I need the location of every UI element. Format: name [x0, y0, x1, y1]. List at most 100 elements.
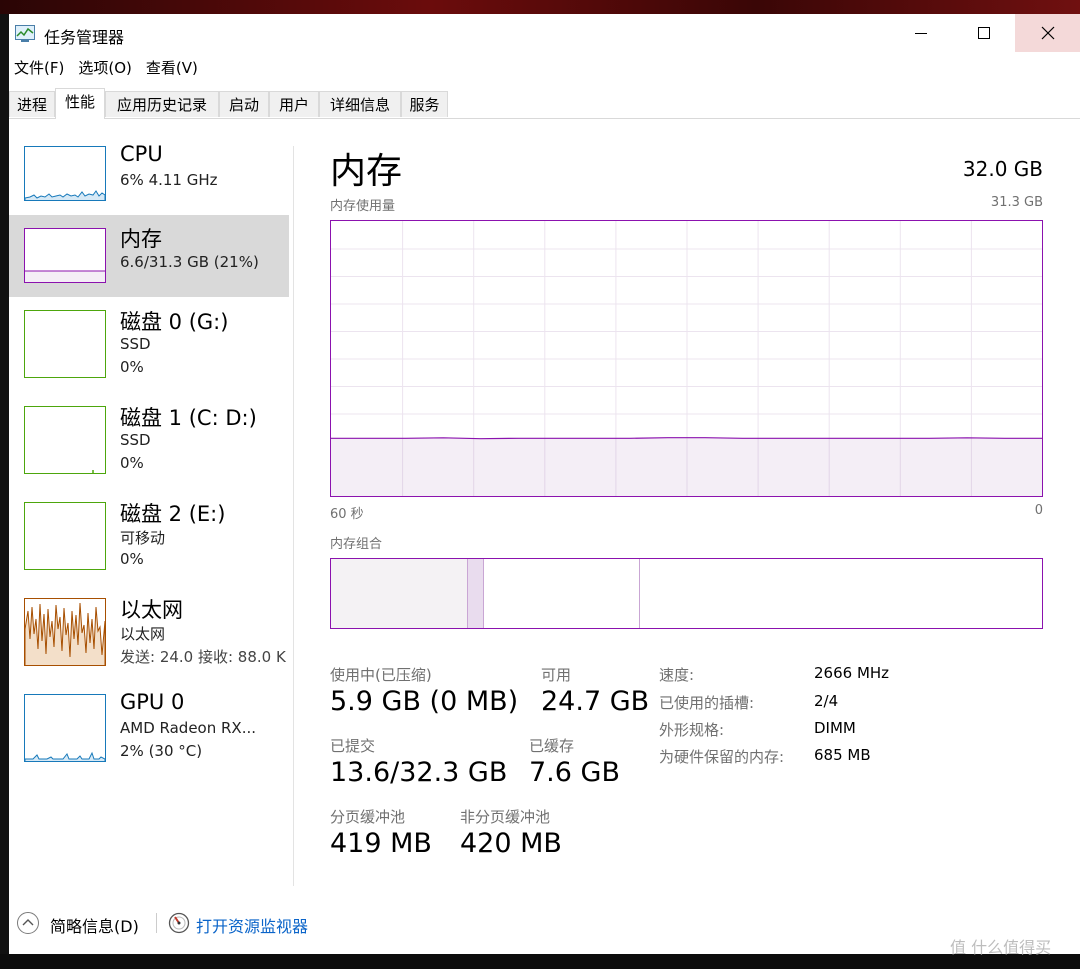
stat-nonpaged-value: 420 MB	[460, 828, 562, 859]
memory-sparkline	[25, 270, 105, 282]
sidebar-sub-disk-1-usage: 0%	[120, 454, 144, 472]
sidebar-sub-disk-0-usage: 0%	[120, 358, 144, 376]
disk1-thumbnail-graph	[24, 406, 106, 474]
stat-paged-label: 分页缓冲池	[330, 808, 406, 826]
stat-committed-value: 13.6/32.3 GB	[330, 757, 508, 788]
tab-processes[interactable]: 进程	[9, 91, 55, 117]
stat-cached-value: 7.6 GB	[529, 757, 620, 788]
sidebar-sub-gpu-model: AMD Radeon RX...	[120, 719, 257, 737]
collapse-details-button[interactable]	[17, 912, 39, 934]
detail-form-factor-key: 外形规格:	[659, 721, 725, 739]
tab-app-history[interactable]: 应用历史记录	[105, 91, 219, 117]
sidebar-title-disk-2: 磁盘 2 (E:)	[120, 502, 226, 526]
memory-total: 32.0 GB	[962, 157, 1043, 181]
detail-speed-value: 2666 MHz	[814, 664, 890, 682]
sidebar-title-gpu: GPU 0	[120, 690, 185, 714]
sidebar-title-memory: 内存	[120, 227, 162, 251]
sidebar-item-disk-1[interactable]: 磁盘 1 (C: D:) SSD 0%	[9, 402, 289, 484]
close-button[interactable]	[1015, 14, 1080, 52]
chevron-up-icon	[22, 919, 34, 926]
sidebar-item-disk-0[interactable]: 磁盘 0 (G:) SSD 0%	[9, 306, 289, 388]
sidebar-item-gpu[interactable]: GPU 0 AMD Radeon RX... 2% (30 °C)	[9, 690, 289, 772]
composition-in-use	[331, 559, 468, 628]
memory-usage-max: 31.3 GB	[990, 195, 1043, 210]
close-icon	[1041, 26, 1054, 40]
disk1-sparkline	[92, 470, 94, 473]
gpu-sparkline	[25, 751, 105, 761]
open-resource-monitor-link[interactable]: 打开资源监视器	[196, 913, 308, 937]
minimize-icon	[914, 33, 927, 34]
fewer-details-link[interactable]: 简略信息(D)	[50, 913, 139, 937]
desktop-bottom-strip	[0, 954, 1080, 969]
sidebar-title-disk-1: 磁盘 1 (C: D:)	[120, 406, 257, 430]
tab-users[interactable]: 用户	[269, 91, 319, 117]
sidebar-title-cpu: CPU	[120, 142, 163, 166]
stat-available-value: 24.7 GB	[541, 686, 650, 717]
sidebar-item-ethernet[interactable]: 以太网 以太网 发送: 24.0 接收: 88.0 K	[9, 594, 289, 676]
sidebar-item-disk-2[interactable]: 磁盘 2 (E:) 可移动 0%	[9, 498, 289, 580]
sidebar-title-ethernet: 以太网	[120, 598, 183, 622]
stat-nonpaged-label: 非分页缓冲池	[460, 808, 551, 826]
watermark: 值 什么值得买	[950, 938, 1052, 957]
sidebar-sub-disk-2-type: 可移动	[120, 529, 166, 547]
minimize-button[interactable]	[889, 14, 952, 52]
gpu-thumbnail-graph	[24, 694, 106, 762]
cpu-sparkline	[25, 190, 105, 200]
stat-available-label: 可用	[541, 666, 572, 684]
memory-composition-label: 内存组合	[330, 537, 383, 552]
ethernet-sparkline	[25, 602, 105, 665]
tab-startup[interactable]: 启动	[219, 91, 269, 117]
task-manager-app-icon	[15, 25, 35, 42]
sidebar-sub-cpu: 6% 4.11 GHz	[120, 171, 218, 189]
cpu-thumbnail-graph	[24, 146, 106, 201]
menu-options[interactable]: 选项(O)	[73, 56, 141, 80]
memory-usage-graph	[330, 220, 1043, 497]
detail-form-factor-value: DIMM	[814, 719, 856, 737]
menu-file[interactable]: 文件(F)	[9, 56, 73, 80]
memory-usage-label: 内存使用量	[330, 199, 396, 214]
sidebar-item-memory[interactable]: 内存 6.6/31.3 GB (21%)	[9, 215, 289, 297]
sidebar-sub-disk-0-type: SSD	[120, 335, 151, 353]
task-manager-window: 任务管理器 文件(F) 选项(O) 查看(V) 进程 性能 应用历史记录 启动 …	[9, 14, 1080, 954]
footer-bar: 简略信息(D) 打开资源监视器	[9, 909, 1080, 939]
stat-paged-value: 419 MB	[330, 828, 432, 859]
detail-reserved-key: 为硬件保留的内存:	[659, 748, 785, 766]
detail-slots-key: 已使用的插槽:	[659, 694, 755, 712]
menu-view[interactable]: 查看(V)	[141, 56, 207, 80]
resource-monitor-icon[interactable]	[168, 912, 190, 934]
sidebar-title-disk-0: 磁盘 0 (G:)	[120, 310, 229, 334]
tab-services[interactable]: 服务	[401, 91, 448, 117]
memory-composition-bar	[330, 558, 1043, 629]
tab-performance[interactable]: 性能	[55, 88, 105, 119]
memory-thumbnail-graph	[24, 228, 106, 283]
stat-in-use-label: 使用中(已压缩)	[330, 666, 432, 684]
ethernet-thumbnail-graph	[24, 598, 106, 666]
composition-standby	[484, 559, 640, 628]
title-bar[interactable]: 任务管理器	[9, 14, 1080, 52]
sidebar-sub-gpu-usage: 2% (30 °C)	[120, 742, 203, 760]
footer-separator	[156, 913, 157, 933]
tab-details[interactable]: 详细信息	[319, 91, 401, 117]
disk2-thumbnail-graph	[24, 502, 106, 570]
sidebar-sub-disk-2-usage: 0%	[120, 550, 144, 568]
disk0-thumbnail-graph	[24, 310, 106, 378]
desktop-background	[0, 0, 1080, 14]
sidebar-item-cpu[interactable]: CPU 6% 4.11 GHz	[9, 142, 289, 224]
detail-reserved-value: 685 MB	[814, 746, 871, 764]
stat-in-use-value: 5.9 GB (0 MB)	[330, 686, 519, 717]
window-title: 任务管理器	[44, 28, 125, 47]
maximize-button[interactable]	[952, 14, 1015, 52]
detail-slots-value: 2/4	[814, 692, 839, 710]
sidebar-sub-memory: 6.6/31.3 GB (21%)	[120, 253, 259, 271]
graph-time-right: 0	[1034, 503, 1043, 518]
panel-divider[interactable]	[293, 146, 294, 886]
sidebar-sub-ethernet-name: 以太网	[120, 625, 166, 643]
tab-strip: 进程 性能 应用历史记录 启动 用户 详细信息 服务	[9, 88, 1080, 119]
stat-committed-label: 已提交	[330, 737, 376, 755]
sidebar-sub-ethernet-throughput: 发送: 24.0 接收: 88.0 K	[120, 648, 286, 666]
composition-modified	[468, 559, 484, 628]
maximize-icon	[977, 27, 990, 39]
graph-time-left: 60 秒	[330, 507, 364, 522]
menu-bar: 文件(F) 选项(O) 查看(V)	[9, 56, 207, 80]
memory-usage-chart	[331, 221, 1042, 496]
